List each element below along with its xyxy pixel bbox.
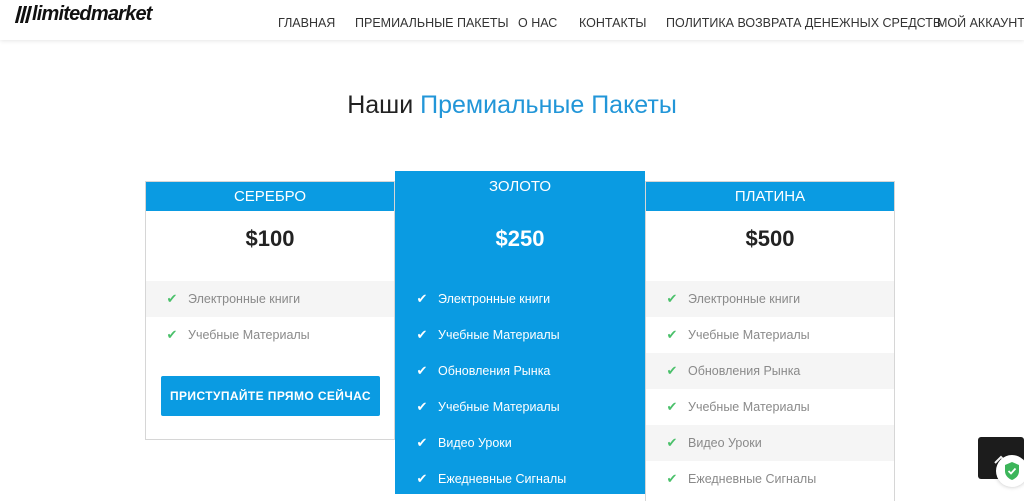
plan-feature: ✔ Ежедневные Сигналы: [395, 461, 645, 497]
plan-feature-label: Обновления Рынка: [438, 364, 551, 378]
plan-feature-label: Электронные книги: [438, 292, 551, 306]
plan-feature-label: Электронные книги: [188, 292, 301, 306]
main-nav: ГЛАВНАЯ ПРЕМИАЛЬНЫЕ ПАКЕТЫ О НАС КОНТАКТ…: [0, 15, 1024, 35]
nav-item-refund-policy[interactable]: ПОЛИТИКА ВОЗВРАТА ДЕНЕЖНЫХ СРЕДСТВ: [666, 15, 941, 31]
check-icon: ✔: [166, 291, 178, 306]
plan-feature: ✔ Видео Уроки: [646, 425, 894, 461]
check-icon: ✔: [666, 291, 678, 306]
check-icon: ✔: [666, 363, 678, 378]
plan-feature-label: Видео Уроки: [688, 436, 762, 450]
plan-feature: ✔ Учебные Материалы: [395, 389, 645, 425]
plan-feature: ✔ Электронные книги: [646, 281, 894, 317]
check-icon: ✔: [416, 327, 428, 342]
plan-feature-label: Учебные Материалы: [688, 328, 810, 342]
check-icon: ✔: [416, 399, 428, 414]
plan-feature-label: Ежедневные Сигналы: [688, 472, 817, 486]
plan-card-platinum: ПЛАТИНА $500 ✔ Электронные книги ✔ Учебные…: [645, 181, 895, 501]
plan-feature: ✔ Ежедневные Сигналы: [646, 461, 894, 497]
plan-feature-label: Видео Уроки: [438, 436, 512, 450]
plan-feature-label: Учебные Материалы: [438, 400, 560, 414]
plan-feature: ✔ Электронные книги: [395, 281, 645, 317]
plan-feature: ✔ Видео Уроки: [395, 425, 645, 461]
check-icon: ✔: [666, 327, 678, 342]
section-title-plain: Наши: [347, 91, 414, 119]
get-started-button[interactable]: ПРИСТУПАЙТЕ ПРЯМО СЕЙЧАС: [161, 376, 380, 416]
plan-feature-label: Учебные Материалы: [438, 328, 560, 342]
check-icon: ✔: [666, 399, 678, 414]
plan-price: $100: [245, 226, 295, 251]
plan-feature-label: Учебные Материалы: [688, 400, 810, 414]
plan-feature-label: Электронные книги: [688, 292, 801, 306]
plan-price: $500: [745, 226, 795, 251]
check-icon: ✔: [666, 471, 678, 486]
nav-item-my-account[interactable]: МОЙ АККАУНТ: [937, 15, 1024, 31]
nav-item-about[interactable]: О НАС: [518, 15, 557, 31]
plan-feature: ✔ Обновления Рынка: [646, 353, 894, 389]
plan-feature: ✔ Учебные Материалы: [395, 317, 645, 353]
section-title: Наши Премиальные Пакеты: [0, 90, 1024, 120]
nav-item-home[interactable]: ГЛАВНАЯ: [278, 15, 335, 31]
plan-card-gold: ЗОЛОТО $250 ✔ Электронные книги ✔ Учебные …: [395, 171, 645, 494]
check-icon: ✔: [666, 435, 678, 450]
plan-feature: ✔ Учебные Материалы: [646, 317, 894, 353]
plan-feature-label: Учебные Материалы: [188, 328, 310, 342]
plan-name: ЗОЛОТО: [488, 178, 552, 195]
plan-feature: ✔ Учебные Материалы: [646, 389, 894, 425]
shield-check-icon: [1005, 462, 1019, 480]
plan-name: СЕРЕБРО: [146, 182, 394, 211]
plan-feature: ✔ Обновления Рынка: [395, 353, 645, 389]
plan-feature-label: Обновления Рынка: [688, 364, 801, 378]
check-icon: ✔: [416, 471, 428, 486]
plan-name: ПЛАТИНА: [646, 182, 894, 211]
plan-card-silver: СЕРЕБРО $100 ✔ Электронные книги ✔ Учебные…: [145, 181, 395, 440]
section-title-accent: Премиальные Пакеты: [420, 91, 677, 119]
check-icon: ✔: [416, 291, 428, 306]
plan-feature: ✔ Учебные Материалы: [146, 317, 394, 353]
nav-item-premium-packages[interactable]: ПРЕМИАЛЬНЫЕ ПАКЕТЫ: [355, 15, 509, 31]
nav-item-contacts[interactable]: КОНТАКТЫ: [579, 15, 646, 31]
plan-price: $250: [495, 226, 545, 251]
plan-feature-label: Ежедневные Сигналы: [438, 472, 567, 486]
check-icon: ✔: [166, 327, 178, 342]
check-icon: ✔: [416, 363, 428, 378]
plan-feature: ✔ Электронные книги: [146, 281, 394, 317]
check-icon: ✔: [416, 435, 428, 450]
site-header: limitedmarket ГЛАВНАЯ ПРЕМИАЛЬНЫЕ ПАКЕТЫ…: [0, 0, 1024, 40]
security-badge[interactable]: [996, 455, 1024, 487]
